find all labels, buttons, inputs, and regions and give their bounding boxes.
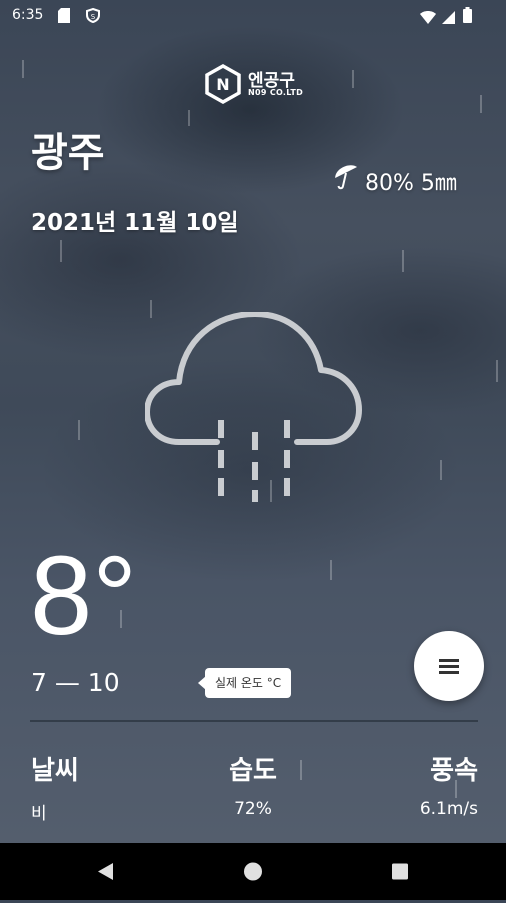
weather-stat-label: 날씨 — [31, 756, 79, 786]
brand-subtitle: N09 CO.LTD — [248, 88, 304, 97]
status-time: 6:35 — [12, 7, 44, 23]
wind-speed-stat-label: 풍속 — [430, 756, 478, 786]
temperature-range: 7 — 10 — [31, 668, 120, 697]
divider — [30, 720, 478, 722]
recents-icon — [392, 863, 408, 880]
precipitation-text: 80% 5㎜ — [365, 171, 457, 196]
svg-text:S: S — [91, 13, 96, 21]
cellular-icon — [442, 9, 455, 28]
back-icon — [98, 863, 113, 880]
brand-logo: N 엔공구 N09 CO.LTD — [203, 64, 313, 104]
recents-button[interactable] — [370, 843, 430, 900]
date-label: 2021년 11월 10일 — [31, 210, 239, 236]
wind-speed-stat-value: 6.1m/s — [419, 799, 478, 819]
city-name: 광주 — [31, 130, 105, 176]
umbrella-icon — [335, 165, 358, 190]
sync-shield-icon: S — [86, 7, 100, 27]
current-temperature: 8° — [30, 533, 138, 658]
weather-stat-value: 비 — [31, 804, 47, 824]
humidity-stat: 습도 72% — [203, 750, 303, 819]
brand-logo-letter: N — [216, 75, 229, 94]
humidity-stat-value: 72% — [234, 799, 272, 819]
home-icon — [244, 862, 262, 881]
battery-icon — [463, 7, 472, 27]
status-bar: 6:35 S — [0, 0, 506, 32]
cloud-rain-icon — [145, 312, 362, 502]
navigation-bar — [0, 843, 506, 900]
back-button[interactable] — [76, 843, 136, 900]
brand-hexagon-icon: N — [205, 64, 241, 104]
wifi-icon — [420, 9, 436, 28]
home-button[interactable] — [223, 843, 283, 900]
weather-stat: 날씨 비 — [31, 750, 79, 824]
wind-speed-stat: 풍속 6.1m/s — [420, 750, 478, 819]
sd-card-icon — [58, 8, 70, 27]
menu-button[interactable] — [414, 631, 484, 701]
feels-like-tooltip: 실제 온도 °C — [197, 668, 292, 698]
humidity-stat-label: 습도 — [229, 756, 277, 786]
menu-icon — [439, 659, 459, 677]
